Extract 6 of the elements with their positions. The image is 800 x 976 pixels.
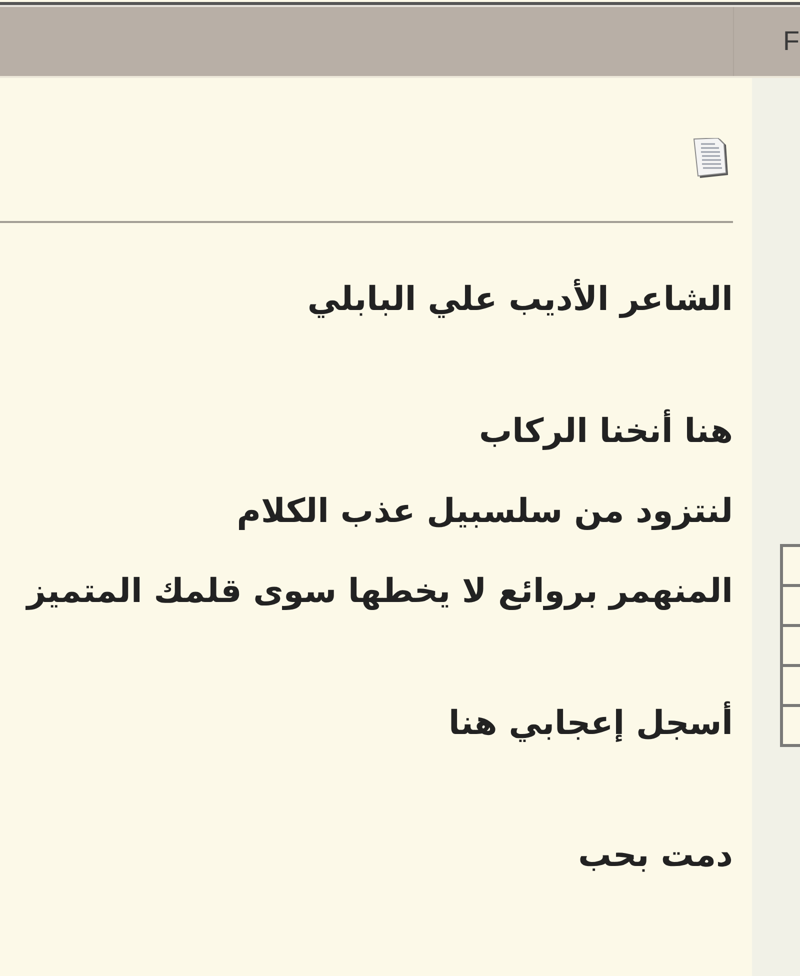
post-paragraph: الشاعر الأديب علي البابلي [306,278,733,320]
header-title: F [783,28,800,55]
post-paragraph: دمت بحب [577,834,733,876]
document-icon [693,138,731,179]
post-paragraph: هنا أنخنا الركاب لنتزود من سلسبيل عذب الكلام المنهمر بروائع لا يخطها سوى قلمك المتميز [24,408,733,612]
post-paragraph: أسجل إعجابي هنا [447,700,733,744]
